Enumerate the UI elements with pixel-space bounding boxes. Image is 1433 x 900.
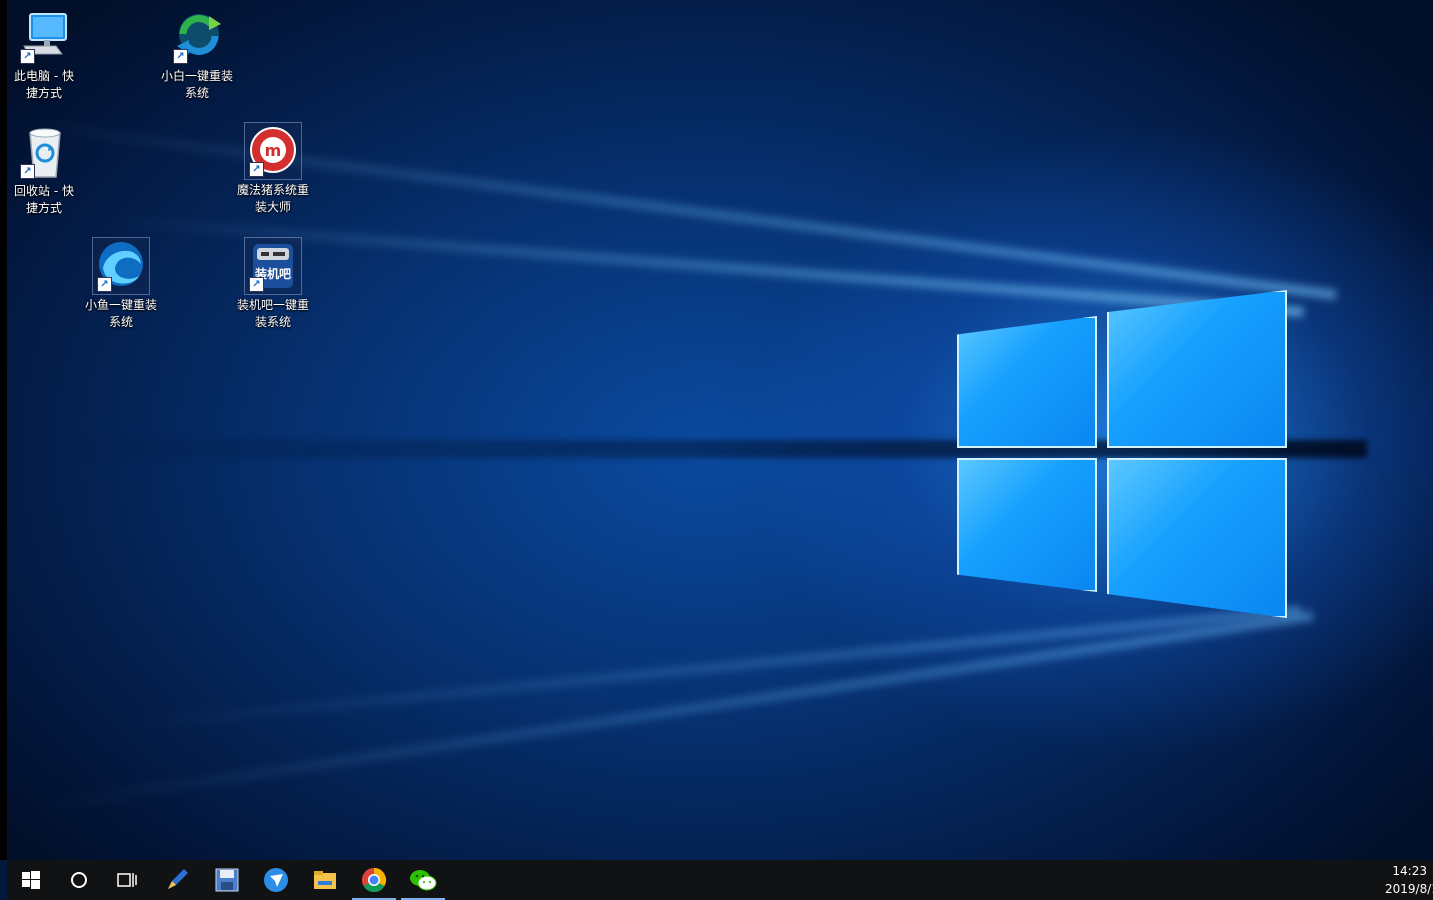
wechat-button[interactable] [399,860,447,900]
icon-label: 回收站 - 快捷方式 [14,184,74,215]
wechat-icon [410,870,437,891]
desktop-wallpaper [7,0,1433,860]
computer-icon: ↗ [16,10,72,66]
pen-app-icon [168,869,188,889]
taskbar-clock[interactable]: 14:23 2019/8/1 [1373,862,1433,898]
shortcut-arrow-icon: ↗ [249,162,264,177]
cortana-search-button[interactable] [55,860,103,900]
icon-label: 装机吧一键重 装系统 [236,298,309,329]
windows-logo-pane [957,316,1097,448]
windows-logo-pane [1107,458,1287,618]
mofazhu-icon: m ↗ [244,122,302,180]
light-beam [26,120,1337,300]
xiaobai-reinstall-icon: ↗ [169,10,225,66]
shortcut-arrow-icon: ↗ [249,277,264,292]
desktop-icon-xiaobai[interactable]: ↗ 小白一键重装 系统 [159,10,235,102]
icon-label: 魔法猪系统重 装大师 [236,183,309,214]
windows-logo-pane [1107,290,1287,448]
desktop-icon-xiaoyu[interactable]: ↗ 小鱼一键重装 系统 [83,237,159,331]
light-beam [126,604,1302,730]
desktop-icon-this-pc[interactable]: ↗ 此电脑 - 快捷方式 [6,10,82,102]
shortcut-arrow-icon: ↗ [97,277,112,292]
recycle-bin-icon: ↗ [16,125,72,181]
feather-app-icon [264,868,288,892]
file-explorer-button[interactable] [301,860,349,900]
windows-logo-pane [957,458,1097,592]
start-button[interactable] [7,860,55,900]
zhuangjiba-icon: 装机吧 ↗ [244,237,302,295]
desktop-icon-recycle-bin[interactable]: ↗ 回收站 - 快捷方式 [6,125,82,217]
task-view-button[interactable] [103,860,151,900]
save-disk-icon [215,868,239,892]
chrome-icon [361,868,387,893]
start-icon [22,871,40,889]
desktop-icon-zhuangjiba[interactable]: 装机吧 ↗ 装机吧一键重 装系统 [235,237,311,331]
pen-app-button[interactable] [153,860,201,900]
chrome-button[interactable] [350,860,398,900]
icon-label: 小白一键重装 系统 [160,69,233,100]
file-explorer-icon [314,871,336,889]
task-view-icon [117,873,137,887]
clock-date: 2019/8/1 [1385,882,1433,896]
icon-label: 小鱼一键重装 系统 [84,298,157,329]
shortcut-arrow-icon: ↗ [20,164,35,179]
shortcut-arrow-icon: ↗ [20,49,35,64]
svg-text:m: m [265,141,282,160]
taskbar: 14:23 2019/8/1 [7,860,1433,900]
desktop-icon-mofazhu[interactable]: m ↗ 魔法猪系统重 装大师 [235,122,311,216]
shortcut-arrow-icon: ↗ [173,49,188,64]
save-disk-button[interactable] [203,860,251,900]
xiaoyu-reinstall-icon: ↗ [92,237,150,295]
clock-time: 14:23 [1392,864,1427,878]
feather-app-button[interactable] [252,860,300,900]
icon-label: 此电脑 - 快捷方式 [14,69,74,100]
cortana-search-icon [71,872,87,888]
